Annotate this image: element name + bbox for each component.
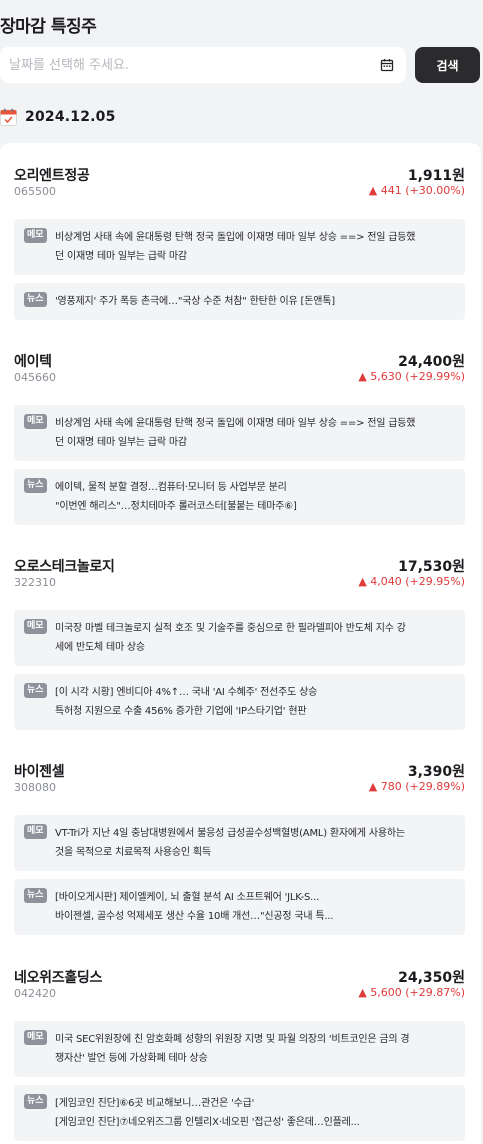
stock-notes: 메모 미국장 마벨 테크놀로지 실적 호조 및 기술주를 중심으로 한 필라델피아… xyxy=(14,610,465,730)
memo-text: 쟁자산' 발언 등에 가상화폐 테마 상승 xyxy=(55,1053,208,1064)
stock-code: 042420 xyxy=(14,987,56,1000)
memo-box: 메모 미국장 마벨 테크놀로지 실적 호조 및 기술주를 중심으로 한 필라델피아… xyxy=(14,610,465,666)
news-badge: 뉴스 xyxy=(24,292,47,307)
stock-change: ▲ 780 (+29.89%) xyxy=(368,780,465,793)
stock-header: 네오위즈홀딩스 042420 24,350원 ▲ 5,600 (+29.87%) xyxy=(14,967,465,1007)
stock-header: 오리엔트정공 065500 1,911원 ▲ 441 (+30.00%) xyxy=(14,165,465,205)
stock-code: 065500 xyxy=(14,185,56,198)
memo-box: 메모 비상계엄 사태 속에 윤대통령 탄핵 정국 돌입에 이재명 테마 일부 상승… xyxy=(14,405,465,461)
memo-text: 비상계엄 사태 속에 윤대통령 탄핵 정국 돌입에 이재명 테마 일부 상승 =… xyxy=(55,232,416,243)
news-box[interactable]: 뉴스 '영풍제지' 주가 폭등 촌극에…"국상 수준 처참" 한탄한 이유 [돈앤… xyxy=(14,283,465,320)
news-box[interactable]: 뉴스 [게임코인 진단]⑥6곳 비교해보니…관건은 '수급' [게임코인 진단]⑦네… xyxy=(14,1085,465,1141)
memo-text: 세에 반도체 테마 상승 xyxy=(55,642,145,653)
date-input[interactable] xyxy=(9,57,369,73)
memo-text: 것을 목적으로 치료목적 사용승인 획득 xyxy=(55,847,211,858)
news-text[interactable]: 에이텍, 물적 분할 결정…컴퓨터·모니터 등 사업부문 분리 xyxy=(55,478,455,497)
news-text[interactable]: 바이젠셀, 골수성 억제세포 생산 수율 10배 개선…"신공정 국내 특... xyxy=(55,907,455,926)
memo-text: 던 이재명 테마 일부는 급락 마감 xyxy=(55,437,187,448)
memo-box: 메모 비상계엄 사태 속에 윤대통령 탄핵 정국 돌입에 이재명 테마 일부 상승… xyxy=(14,219,465,275)
news-text[interactable]: [이 시각 시황] 엔비디아 4%↑… 국내 'AI 수혜주' 전선주도 상승 xyxy=(55,683,455,702)
memo-text: 미국 SEC위원장에 친 암호화폐 성향의 위원장 지명 및 파월 의장의 '비… xyxy=(55,1034,410,1045)
news-text[interactable]: [게임코인 진단]⑦네오위즈그룹 인텔리X·네오핀 '접근성' 좋은데…인플레.… xyxy=(55,1113,455,1132)
stock-change: ▲ 441 (+30.00%) xyxy=(368,184,465,197)
stock-change: ▲ 4,040 (+29.95%) xyxy=(358,575,465,588)
stock-item[interactable]: 네오위즈홀딩스 042420 24,350원 ▲ 5,600 (+29.87%) 메모 미… xyxy=(14,967,465,1141)
memo-badge: 메모 xyxy=(24,228,47,243)
stock-notes: 메모 VT-Tri가 지난 4일 충남대병원에서 불응성 급성골수성백혈병(AML… xyxy=(14,815,465,935)
stock-price: 24,400원 xyxy=(398,354,465,370)
stock-item[interactable]: 에이텍 045660 24,400원 ▲ 5,630 (+29.99%) 메모 비상계엄 … xyxy=(14,351,465,525)
stock-header: 바이젠셀 308080 3,390원 ▲ 780 (+29.89%) xyxy=(14,761,465,801)
news-text[interactable]: "이번엔 해리스"…정치테마주 롤러코스터[불붙는 테마주⑥] xyxy=(55,497,455,516)
news-badge: 뉴스 xyxy=(24,478,47,493)
memo-box: 메모 미국 SEC위원장에 친 암호화폐 성향의 위원장 지명 및 파월 의장의 … xyxy=(14,1021,465,1077)
stock-price: 1,911원 xyxy=(407,168,465,184)
stock-name[interactable]: 네오위즈홀딩스 xyxy=(14,967,102,987)
stock-price: 3,390원 xyxy=(407,764,465,780)
memo-badge: 메모 xyxy=(24,619,47,634)
news-badge: 뉴스 xyxy=(24,1094,47,1109)
stock-code: 308080 xyxy=(14,781,56,794)
page-title: 장마감 특징주 xyxy=(0,17,97,37)
calendar-icon[interactable] xyxy=(380,58,394,72)
search-button[interactable]: 검색 xyxy=(415,47,480,83)
stock-name[interactable]: 오로스테크놀로지 xyxy=(14,556,115,576)
memo-badge: 메모 xyxy=(24,824,47,839)
stock-name[interactable]: 오리엔트정공 xyxy=(14,165,90,185)
stock-notes: 메모 비상계엄 사태 속에 윤대통령 탄핵 정국 돌입에 이재명 테마 일부 상승… xyxy=(14,219,465,320)
stock-header: 에이텍 045660 24,400원 ▲ 5,630 (+29.99%) xyxy=(14,351,465,391)
news-box[interactable]: 뉴스 에이텍, 물적 분할 결정…컴퓨터·모니터 등 사업부문 분리 "이번엔 해리… xyxy=(14,469,465,525)
memo-text: 비상계엄 사태 속에 윤대통령 탄핵 정국 돌입에 이재명 테마 일부 상승 =… xyxy=(55,418,416,429)
date-heading: 2024.12.05 xyxy=(0,106,116,128)
memo-box: 메모 VT-Tri가 지난 4일 충남대병원에서 불응성 급성골수성백혈병(AML… xyxy=(14,815,465,871)
stock-notes: 메모 미국 SEC위원장에 친 암호화폐 성향의 위원장 지명 및 파월 의장의 … xyxy=(14,1021,465,1141)
selected-date: 2024.12.05 xyxy=(25,109,116,125)
news-text[interactable]: [게임코인 진단]⑥6곳 비교해보니…관건은 '수급' xyxy=(55,1094,455,1113)
stock-price: 17,530원 xyxy=(398,559,465,575)
memo-text: 미국장 마벨 테크놀로지 실적 호조 및 기술주를 중심으로 한 필라델피아 반… xyxy=(55,623,406,634)
stock-name[interactable]: 에이텍 xyxy=(14,351,52,371)
memo-text: VT-Tri가 지난 4일 충남대병원에서 불응성 급성골수성백혈병(AML) … xyxy=(55,828,405,839)
search-bar: 검색 xyxy=(0,47,483,83)
date-picker-field[interactable] xyxy=(0,47,406,83)
stock-item[interactable]: 바이젠셀 308080 3,390원 ▲ 780 (+29.89%) 메모 VT-Tri가… xyxy=(14,761,465,935)
news-text[interactable]: 특허청 지원으로 수출 456% 증가한 기업에 'IP스타기업' 현판 xyxy=(55,702,455,721)
stock-change: ▲ 5,630 (+29.99%) xyxy=(358,370,465,383)
news-badge: 뉴스 xyxy=(24,888,47,903)
memo-text: 던 이재명 테마 일부는 급락 마감 xyxy=(55,251,187,262)
news-text[interactable]: [바이오게시판] 제이엘케이, 뇌 출혈 분석 AI 소프트웨어 'JLK-S.… xyxy=(55,888,455,907)
stock-price: 24,350원 xyxy=(398,970,465,986)
memo-badge: 메모 xyxy=(24,414,47,429)
calendar-date-icon xyxy=(0,108,17,126)
stock-header: 오로스테크놀로지 322310 17,530원 ▲ 4,040 (+29.95%) xyxy=(14,556,465,596)
memo-badge: 메모 xyxy=(24,1030,47,1045)
stock-notes: 메모 비상계엄 사태 속에 윤대통령 탄핵 정국 돌입에 이재명 테마 일부 상승… xyxy=(14,405,465,525)
stock-item[interactable]: 오로스테크놀로지 322310 17,530원 ▲ 4,040 (+29.95%) 메모… xyxy=(14,556,465,730)
news-box[interactable]: 뉴스 [이 시각 시황] 엔비디아 4%↑… 국내 'AI 수혜주' 전선주도 상… xyxy=(14,674,465,730)
stock-change: ▲ 5,600 (+29.87%) xyxy=(358,986,465,999)
news-badge: 뉴스 xyxy=(24,683,47,698)
stock-code: 045660 xyxy=(14,371,56,384)
stock-code: 322310 xyxy=(14,576,56,589)
stock-name[interactable]: 바이젠셀 xyxy=(14,761,65,781)
stock-item[interactable]: 오리엔트정공 065500 1,911원 ▲ 441 (+30.00%) 메모 비상계엄 … xyxy=(14,165,465,320)
news-text[interactable]: '영풍제지' 주가 폭등 촌극에…"국상 수준 처참" 한탄한 이유 [돈앤톡] xyxy=(55,292,455,311)
news-box[interactable]: 뉴스 [바이오게시판] 제이엘케이, 뇌 출혈 분석 AI 소프트웨어 'JLK-… xyxy=(14,879,465,935)
